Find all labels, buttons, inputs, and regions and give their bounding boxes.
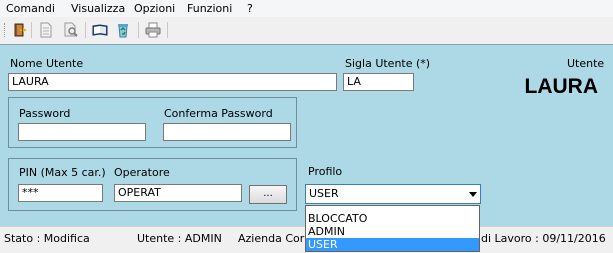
operatore-input[interactable]: OPERAT bbox=[114, 184, 242, 202]
pin-label: PIN (Max 5 car.) bbox=[19, 166, 106, 179]
password-input[interactable] bbox=[18, 123, 146, 141]
profilo-dropdown-list: BLOCCATO ADMIN USER bbox=[305, 205, 480, 252]
toolbar-separator bbox=[31, 22, 32, 38]
operatore-label: Operatore bbox=[114, 166, 170, 179]
profilo-label: Profilo bbox=[308, 165, 343, 178]
dropdown-option-bloccato[interactable]: BLOCCATO bbox=[306, 212, 479, 225]
password-label: Password bbox=[19, 107, 71, 120]
recycle-bin-icon[interactable] bbox=[115, 22, 131, 38]
utente-display: LAURA bbox=[524, 75, 599, 98]
toolbar-separator bbox=[85, 22, 86, 38]
password-group: Password Conferma Password bbox=[8, 97, 297, 148]
nome-utente-input[interactable]: LAURA bbox=[8, 73, 337, 91]
toolbar-separator bbox=[167, 22, 168, 38]
dropdown-option-user[interactable]: USER bbox=[306, 238, 479, 251]
menu-bar: Comandi Visualizza Opzioni Funzioni ? bbox=[0, 0, 613, 17]
profilo-select[interactable]: USER bbox=[305, 184, 481, 204]
toolbar-separator bbox=[138, 22, 139, 38]
dropdown-option-admin[interactable]: ADMIN bbox=[306, 225, 479, 238]
operatore-browse-button[interactable]: ... bbox=[249, 185, 287, 204]
menu-help[interactable]: ? bbox=[247, 2, 253, 15]
pin-input[interactable]: *** bbox=[18, 184, 103, 202]
menu-opzioni[interactable]: Opzioni bbox=[134, 2, 175, 15]
exit-door-icon[interactable] bbox=[12, 22, 28, 38]
status-data-lavoro: di Lavoro : 09/11/2016 bbox=[481, 232, 606, 245]
menu-visualizza[interactable]: Visualizza bbox=[71, 2, 125, 15]
document-icon[interactable] bbox=[38, 22, 54, 38]
toolbar bbox=[0, 17, 613, 45]
printer-icon[interactable] bbox=[145, 22, 161, 38]
profilo-selected-value: USER bbox=[309, 187, 339, 200]
user-form-panel: Nome Utente LAURA Sigla Utente (*) LA Ut… bbox=[0, 44, 613, 227]
open-book-icon[interactable] bbox=[92, 22, 108, 38]
status-stato: Stato : Modifica bbox=[4, 232, 90, 245]
menu-funzioni[interactable]: Funzioni bbox=[187, 2, 232, 15]
sigla-utente-input[interactable]: LA bbox=[343, 73, 414, 91]
chevron-down-icon[interactable] bbox=[469, 192, 477, 197]
conferma-password-input[interactable] bbox=[163, 123, 291, 141]
utente-caption: Utente bbox=[567, 57, 605, 70]
menu-comandi[interactable]: Comandi bbox=[6, 2, 55, 15]
toolbar-grip[interactable] bbox=[4, 23, 7, 37]
search-icon[interactable] bbox=[63, 22, 79, 38]
sigla-utente-label: Sigla Utente (*) bbox=[345, 57, 431, 70]
status-azienda: Azienda Corr bbox=[238, 232, 309, 245]
status-utente: Utente : ADMIN bbox=[137, 232, 222, 245]
conferma-password-label: Conferma Password bbox=[164, 107, 273, 120]
nome-utente-label: Nome Utente bbox=[10, 57, 84, 70]
